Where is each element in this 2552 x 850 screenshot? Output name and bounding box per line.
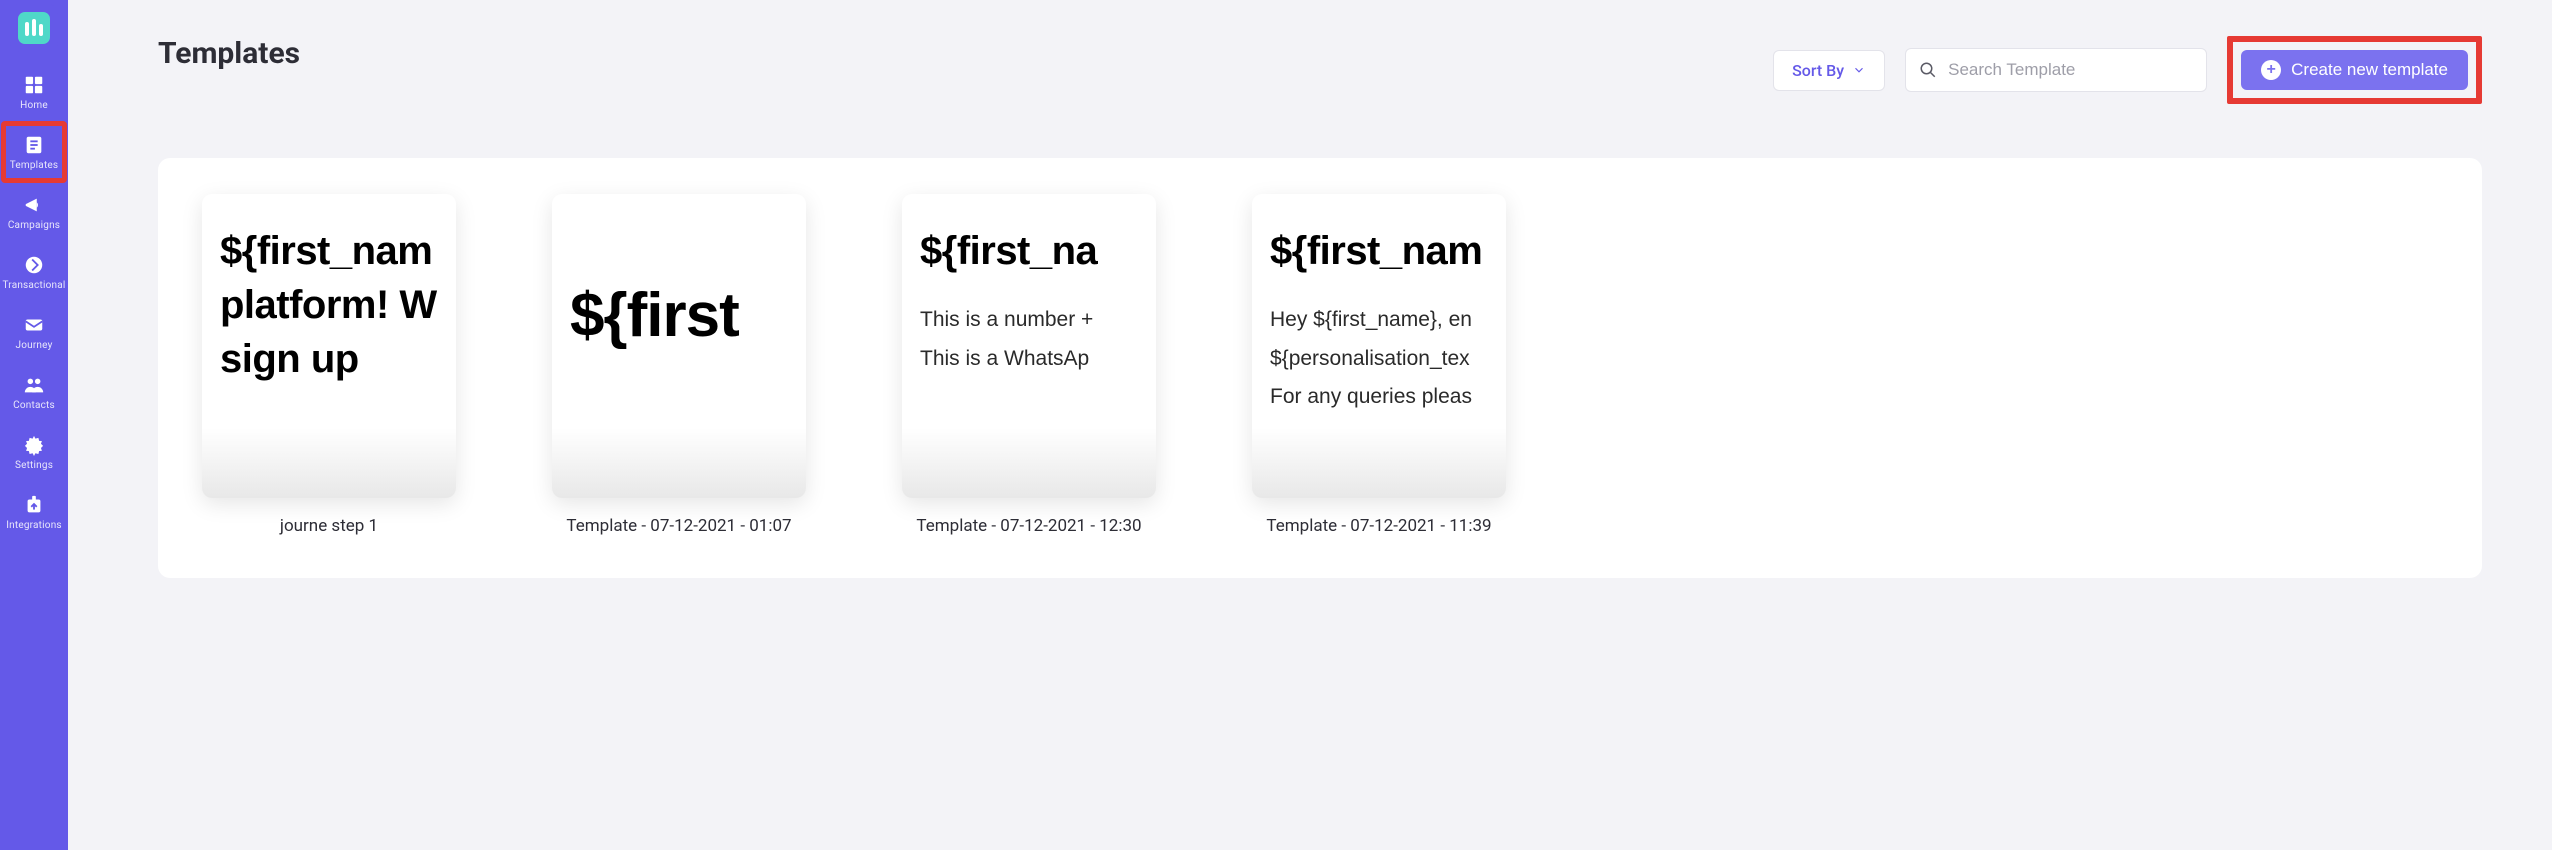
template-card[interactable]: ${first Template - 07-12-2021 - 01:07: [552, 194, 806, 578]
preview-line: ${first_nam: [220, 224, 438, 278]
sidebar-item-integrations[interactable]: Integrations: [4, 484, 64, 540]
template-preview: ${first: [552, 194, 806, 498]
preview-subline: Hey ${first_name}, en: [1270, 304, 1488, 337]
sidebar-item-journey[interactable]: Journey: [4, 304, 64, 360]
preview-line: platform! W: [220, 278, 438, 332]
page-header: Templates Sort By + Create ne: [158, 36, 2482, 104]
main: Templates Sort By + Create ne: [68, 0, 2552, 850]
chevron-down-icon: [1852, 63, 1866, 77]
sidebar-item-templates[interactable]: Templates: [4, 124, 64, 180]
sidebar-item-label: Contacts: [13, 400, 55, 411]
template-preview: ${first_nam Hey ${first_name}, en ${pers…: [1252, 194, 1506, 498]
create-template-button[interactable]: + Create new template: [2241, 50, 2468, 90]
create-button-label: Create new template: [2291, 60, 2448, 80]
search-input[interactable]: [1905, 48, 2207, 92]
plus-icon: +: [2261, 60, 2281, 80]
fade-overlay: [552, 428, 806, 498]
template-name: Template - 07-12-2021 - 12:30: [916, 516, 1141, 536]
sidebar-item-label: Campaigns: [8, 220, 60, 231]
template-preview: ${first_nam platform! W sign up: [202, 194, 456, 498]
sidebar-item-home[interactable]: Home: [4, 64, 64, 120]
preview-line: ${first_nam: [1270, 224, 1488, 278]
sidebar-item-label: Integrations: [6, 520, 62, 531]
preview-subline: This is a WhatsAp: [920, 343, 1138, 376]
integrations-icon: [22, 493, 46, 517]
template-card[interactable]: ${first_nam platform! W sign up journe s…: [202, 194, 456, 578]
sidebar-item-label: Journey: [15, 340, 52, 351]
sidebar-item-contacts[interactable]: Contacts: [4, 364, 64, 420]
sidebar-item-label: Settings: [15, 460, 53, 471]
sidebar-item-label: Transactional: [3, 280, 66, 291]
header-controls: Sort By + Create new template: [1773, 36, 2482, 104]
sort-by-dropdown[interactable]: Sort By: [1773, 50, 1885, 91]
sort-by-label: Sort By: [1792, 61, 1844, 80]
sidebar-item-label: Templates: [10, 160, 59, 171]
template-name: Template - 07-12-2021 - 11:39: [1266, 516, 1491, 536]
search-wrapper: [1905, 48, 2207, 92]
template-preview: ${first_na This is a number + This is a …: [902, 194, 1156, 498]
sidebar-item-campaigns[interactable]: Campaigns: [4, 184, 64, 240]
preview-line: ${first_na: [920, 224, 1138, 278]
create-button-highlight: + Create new template: [2227, 36, 2482, 104]
preview-line: ${first: [570, 282, 788, 350]
template-card[interactable]: ${first_na This is a number + This is a …: [902, 194, 1156, 578]
journey-icon: [22, 313, 46, 337]
template-name: Template - 07-12-2021 - 01:07: [566, 516, 791, 536]
sidebar-item-transactional[interactable]: Transactional: [4, 244, 64, 300]
sidebar-item-label: Home: [20, 100, 48, 111]
templates-panel: ${first_nam platform! W sign up journe s…: [158, 158, 2482, 578]
page-title: Templates: [158, 36, 300, 71]
sidebar-item-settings[interactable]: Settings: [4, 424, 64, 480]
logo: [10, 4, 58, 52]
preview-subline: This is a number +: [920, 304, 1138, 337]
search-icon: [1919, 61, 1937, 79]
fade-overlay: [202, 428, 456, 498]
campaigns-icon: [22, 193, 46, 217]
preview-subline: For any queries pleas: [1270, 381, 1488, 414]
fade-overlay: [902, 428, 1156, 498]
fade-overlay: [1252, 428, 1506, 498]
sidebar: Home Templates Campaigns Transactional: [0, 0, 68, 850]
contacts-icon: [22, 373, 46, 397]
template-card[interactable]: ${first_nam Hey ${first_name}, en ${pers…: [1252, 194, 1506, 578]
preview-line: sign up: [220, 332, 438, 386]
logo-icon: [18, 12, 50, 44]
transactional-icon: [22, 253, 46, 277]
template-name: journe step 1: [280, 516, 378, 536]
preview-subline: ${personalisation_tex: [1270, 343, 1488, 376]
home-icon: [22, 73, 46, 97]
settings-icon: [22, 433, 46, 457]
templates-icon: [22, 133, 46, 157]
